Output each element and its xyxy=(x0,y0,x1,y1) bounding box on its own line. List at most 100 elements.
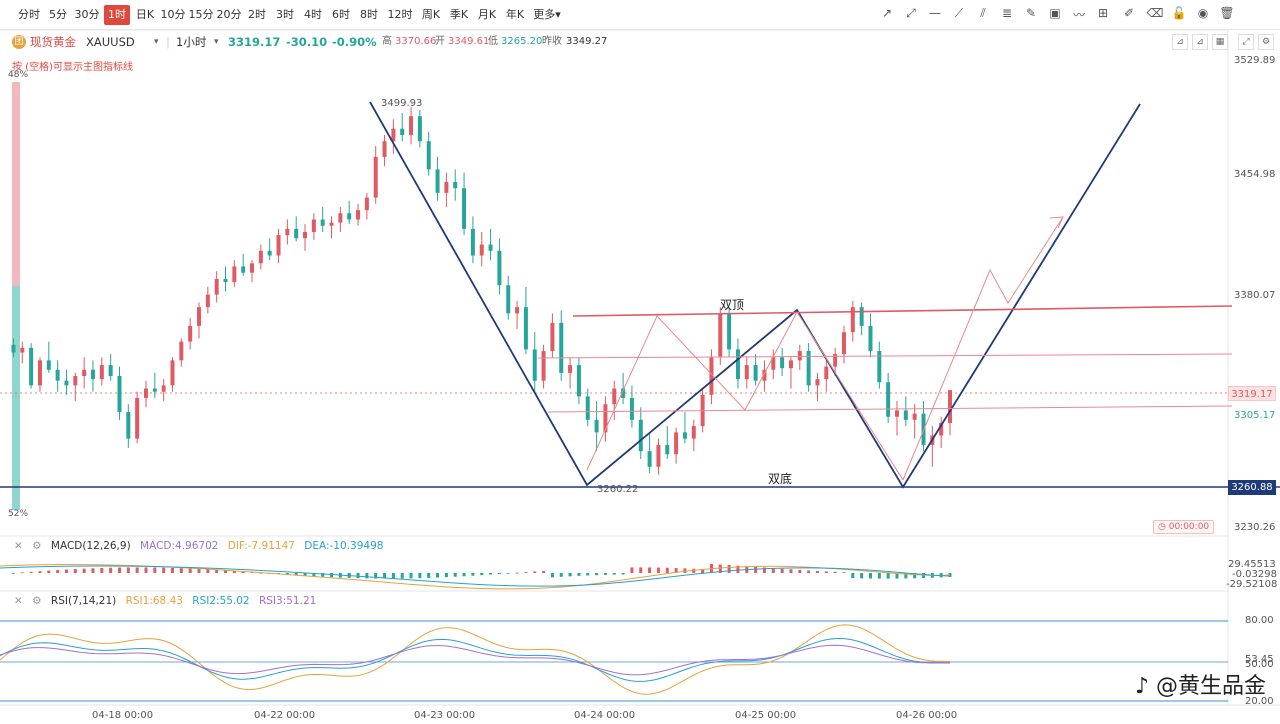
double-top-zigzag xyxy=(586,311,904,481)
macd-histogram-bar xyxy=(815,570,819,573)
sentiment-bar-short xyxy=(12,286,20,510)
macd-value: MACD:4.96702 xyxy=(140,540,219,552)
candle-body xyxy=(488,244,493,251)
gear-icon[interactable]: ⚙ xyxy=(32,540,41,552)
macd-histogram-bar xyxy=(56,570,60,573)
macd-histogram-bar xyxy=(868,573,872,579)
candle-body xyxy=(90,369,95,380)
candle-body xyxy=(356,210,361,220)
candle-body xyxy=(903,410,908,420)
indicator-hint: 按 (空格)可显示主图指标线 xyxy=(12,62,133,73)
macd-histogram-bar xyxy=(453,573,457,577)
candle-body xyxy=(603,404,608,433)
macd-histogram-bar xyxy=(206,569,210,573)
clock-icon: ◷ xyxy=(1158,522,1169,532)
candle-body xyxy=(29,347,34,386)
macd-histogram-bar xyxy=(877,573,881,579)
rsi-header: ✕ ⚙ RSI(7,14,21) RSI1:68.43 RSI2:55.02 R… xyxy=(14,595,322,607)
collapse-icon[interactable]: ✕ xyxy=(14,540,23,552)
candle-body xyxy=(523,307,528,350)
support-price-tag: 3260.88 xyxy=(1228,480,1276,495)
macd-histogram-bar xyxy=(824,571,828,573)
macd-histogram-bar xyxy=(771,568,775,573)
macd-histogram-bar xyxy=(886,573,890,579)
candle-body xyxy=(479,244,484,256)
candle-body xyxy=(568,365,573,373)
candle-body xyxy=(347,213,352,220)
trough-annotation: 3260.22 xyxy=(597,484,639,495)
rsi-title[interactable]: RSI(7,14,21) xyxy=(51,595,116,607)
macd-title[interactable]: MACD(12,26,9) xyxy=(51,540,131,552)
macd-histogram-bar xyxy=(727,565,731,573)
macd-histogram-bar xyxy=(595,573,599,576)
macd-histogram-bar xyxy=(144,567,148,573)
candle-body xyxy=(294,228,299,239)
sentiment-bar-long xyxy=(12,82,20,286)
candle-body xyxy=(506,285,511,314)
candle-body xyxy=(718,313,723,358)
candle-body xyxy=(744,365,749,380)
candle-body xyxy=(859,307,864,326)
candle-body xyxy=(497,250,502,286)
candle-body xyxy=(948,390,952,423)
candle-body xyxy=(797,350,802,361)
candle-body xyxy=(126,412,131,439)
double-top-resistance-line xyxy=(572,305,1233,317)
macd-histogram-bar xyxy=(91,568,95,573)
macd-histogram-bar xyxy=(135,567,139,573)
watermark: ♪ @黄生品金 xyxy=(1135,668,1266,700)
candle-body xyxy=(515,307,520,314)
macd-histogram-bar xyxy=(789,569,793,573)
candle-body xyxy=(841,332,846,355)
candle-body xyxy=(338,213,343,223)
candle-body xyxy=(894,410,899,417)
macd-histogram-bar xyxy=(436,573,440,578)
candle-body xyxy=(409,116,414,135)
gear-icon[interactable]: ⚙ xyxy=(32,595,41,607)
candle-body xyxy=(232,266,237,283)
macd-header: ✕ ⚙ MACD(12,26,9) MACD:4.96702 DIF:-7.91… xyxy=(14,540,389,552)
sentiment-bottom-pct: 52% xyxy=(8,509,29,519)
macd-histogram-bar xyxy=(170,567,174,573)
macd-histogram-bar xyxy=(497,573,501,574)
candle-body xyxy=(674,432,679,455)
price-axis-label: 3529.89 xyxy=(1234,55,1276,66)
candle-body xyxy=(886,382,891,417)
price-axis-label: 3380.07 xyxy=(1234,290,1276,301)
macd-histogram-bar xyxy=(47,570,51,573)
time-axis-label: 04-25 00:00 xyxy=(735,710,797,721)
candle-body xyxy=(850,307,855,333)
candle-body xyxy=(470,228,475,256)
candle-body xyxy=(426,141,431,170)
price-axis-label: 3305.17 xyxy=(1234,410,1276,421)
collapse-icon[interactable]: ✕ xyxy=(14,595,23,607)
rsi-axis-label: 80.00 xyxy=(1245,615,1274,626)
rsi3-value: RSI3:51.21 xyxy=(258,595,317,607)
candle-body xyxy=(638,419,643,452)
candle-body xyxy=(462,188,467,229)
candle-body xyxy=(727,313,732,350)
rsi1-line xyxy=(0,624,950,695)
rsi2-value: RSI2:55.02 xyxy=(192,595,250,607)
candle-body xyxy=(665,444,670,455)
macd-histogram-bar xyxy=(224,570,228,573)
candle-body xyxy=(629,397,634,420)
macd-histogram-bar xyxy=(38,571,42,573)
price-chart[interactable] xyxy=(0,0,1280,724)
candle-body xyxy=(179,341,184,361)
macd-histogram-bar xyxy=(630,567,634,573)
macd-histogram-bar xyxy=(444,573,448,578)
candle-body xyxy=(161,385,166,392)
candle-body xyxy=(285,228,290,236)
candle-body xyxy=(258,250,263,264)
candle-body xyxy=(815,379,820,386)
candle-body xyxy=(117,376,122,413)
candle-body xyxy=(417,116,422,142)
macd-histogram-bar xyxy=(533,571,537,573)
macd-histogram-bar xyxy=(480,573,484,576)
macd-histogram-bar xyxy=(11,573,15,574)
macd-histogram-bar xyxy=(559,573,563,577)
candle-body xyxy=(656,444,661,467)
current-price-tag: 3319.17 xyxy=(1228,386,1276,401)
candle-body xyxy=(82,369,87,377)
